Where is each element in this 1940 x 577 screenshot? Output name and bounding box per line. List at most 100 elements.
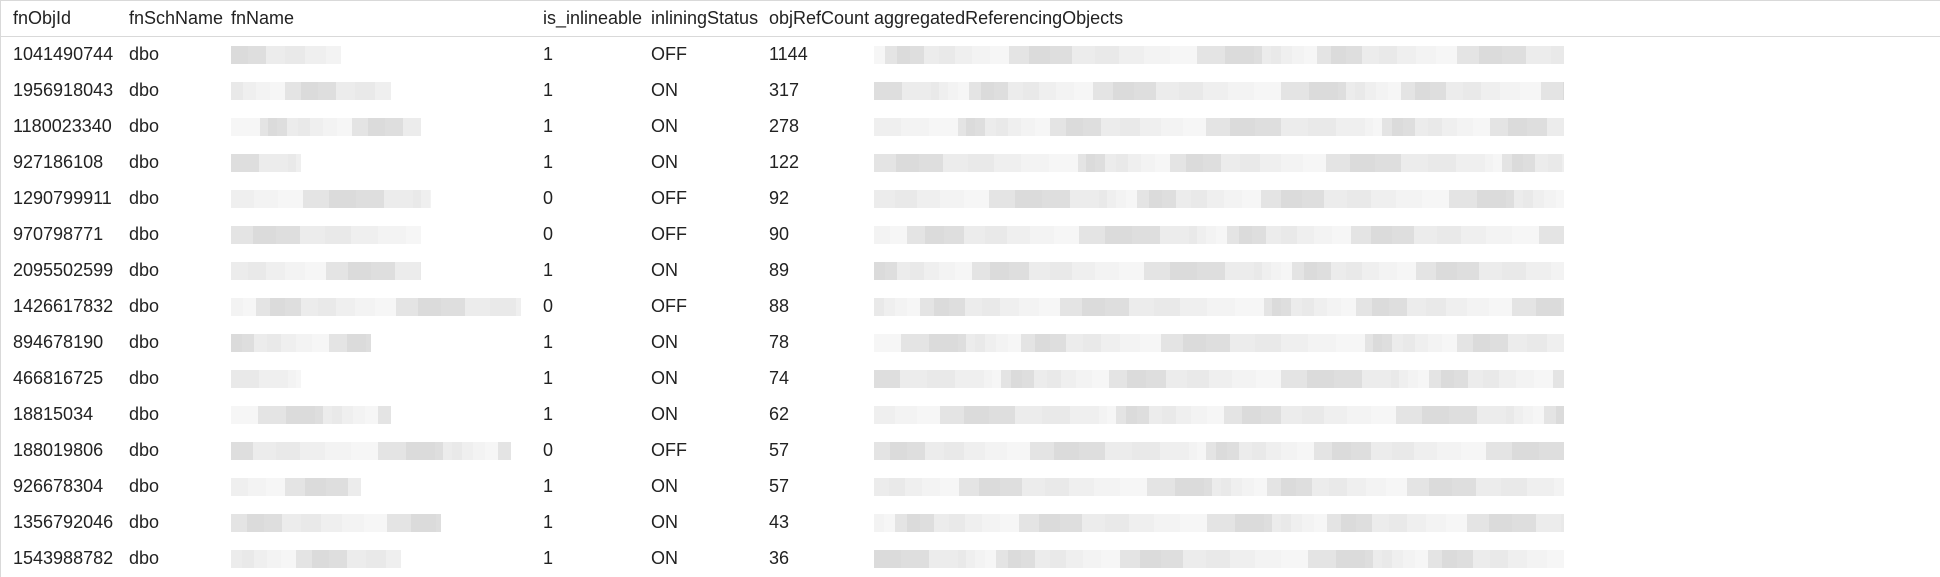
cell-inliningstatus: ON <box>651 109 769 144</box>
cell-isinlineable: 1 <box>543 253 651 288</box>
cell-objrefcount: 36 <box>769 541 874 576</box>
table-row[interactable]: 927186108dbo1ON122 <box>1 145 1940 181</box>
cell-fnschname: dbo <box>129 37 231 72</box>
redacted-content <box>874 46 1564 64</box>
column-header-fnname[interactable]: fnName <box>231 1 543 36</box>
cell-fnschname: dbo <box>129 145 231 180</box>
table-row[interactable]: 188019806dbo0OFF57 <box>1 433 1940 469</box>
cell-isinlineable: 1 <box>543 73 651 108</box>
redacted-content <box>874 190 1564 208</box>
table-row[interactable]: 1543988782dbo1ON36 <box>1 541 1940 577</box>
cell-aggregatedreferencingobjects <box>874 118 1940 136</box>
redacted-content <box>874 550 1564 568</box>
redacted-content <box>231 262 421 280</box>
cell-aggregatedreferencingobjects <box>874 370 1940 388</box>
cell-fnschname: dbo <box>129 73 231 108</box>
table-row[interactable]: 1356792046dbo1ON43 <box>1 505 1940 541</box>
table-row[interactable]: 1956918043dbo1ON317 <box>1 73 1940 109</box>
cell-inliningstatus: ON <box>651 253 769 288</box>
cell-fnschname: dbo <box>129 325 231 360</box>
column-header-fnobjid[interactable]: fnObjId <box>13 1 129 36</box>
cell-fnschname: dbo <box>129 289 231 324</box>
cell-fnobjid: 1956918043 <box>13 73 129 108</box>
table-row[interactable]: 1290799911dbo0OFF92 <box>1 181 1940 217</box>
redacted-content <box>231 118 421 136</box>
cell-fnname <box>231 514 543 532</box>
cell-objrefcount: 317 <box>769 73 874 108</box>
cell-isinlineable: 0 <box>543 217 651 252</box>
column-header-fnschname[interactable]: fnSchName <box>129 1 231 36</box>
table-row[interactable]: 894678190dbo1ON78 <box>1 325 1940 361</box>
cell-objrefcount: 89 <box>769 253 874 288</box>
table-row[interactable]: 18815034dbo1ON62 <box>1 397 1940 433</box>
table-body: 1041490744dbo1OFF11441956918043dbo1ON317… <box>1 37 1940 577</box>
column-header-objrefcount[interactable]: objRefCount <box>769 1 874 36</box>
table-row[interactable]: 926678304dbo1ON57 <box>1 469 1940 505</box>
redacted-content <box>231 334 371 352</box>
cell-fnname <box>231 334 543 352</box>
redacted-content <box>874 406 1564 424</box>
table-row[interactable]: 1426617832dbo0OFF88 <box>1 289 1940 325</box>
table-row[interactable]: 1041490744dbo1OFF1144 <box>1 37 1940 73</box>
cell-fnobjid: 1543988782 <box>13 541 129 576</box>
cell-objrefcount: 74 <box>769 361 874 396</box>
redacted-content <box>231 550 401 568</box>
redacted-content <box>874 226 1564 244</box>
redacted-content <box>231 190 431 208</box>
cell-aggregatedreferencingobjects <box>874 190 1940 208</box>
cell-fnobjid: 1290799911 <box>13 181 129 216</box>
cell-objrefcount: 43 <box>769 505 874 540</box>
cell-aggregatedreferencingobjects <box>874 298 1940 316</box>
table-row[interactable]: 2095502599dbo 1ON89 <box>1 253 1940 289</box>
redacted-content <box>874 334 1564 352</box>
column-header-aggregatedreferencingobjects[interactable]: aggregatedReferencingObjects <box>874 1 1940 36</box>
redacted-content <box>231 298 521 316</box>
cell-inliningstatus: ON <box>651 361 769 396</box>
cell-fnschname: dbo <box>129 109 231 144</box>
redacted-content <box>874 514 1564 532</box>
cell-inliningstatus: ON <box>651 505 769 540</box>
cell-fnobjid: 894678190 <box>13 325 129 360</box>
cell-isinlineable: 0 <box>543 433 651 468</box>
redacted-content <box>231 514 441 532</box>
cell-fnobjid: 927186108 <box>13 145 129 180</box>
cell-fnname <box>231 154 543 172</box>
redacted-content <box>231 154 301 172</box>
column-header-isinlineable[interactable]: is_inlineable <box>543 1 651 36</box>
redacted-content <box>874 298 1564 316</box>
cell-objrefcount: 78 <box>769 325 874 360</box>
cell-fnobjid: 18815034 <box>13 397 129 432</box>
cell-objrefcount: 278 <box>769 109 874 144</box>
redacted-content <box>874 262 1564 280</box>
redacted-content <box>874 370 1564 388</box>
cell-inliningstatus: ON <box>651 325 769 360</box>
cell-fnobjid: 1180023340 <box>13 109 129 144</box>
redacted-content <box>231 442 511 460</box>
cell-objrefcount: 90 <box>769 217 874 252</box>
redacted-content <box>874 442 1564 460</box>
cell-fnname <box>231 262 543 280</box>
column-header-inliningstatus[interactable]: inliningStatus <box>651 1 769 36</box>
cell-isinlineable: 0 <box>543 181 651 216</box>
redacted-content <box>874 478 1564 496</box>
cell-fnobjid: 2095502599 <box>13 253 129 288</box>
cell-fnobjid: 1356792046 <box>13 505 129 540</box>
cell-isinlineable: 1 <box>543 469 651 504</box>
cell-aggregatedreferencingobjects <box>874 334 1940 352</box>
table-row[interactable]: 466816725dbo1ON74 <box>1 361 1940 397</box>
cell-aggregatedreferencingobjects <box>874 226 1940 244</box>
cell-objrefcount: 92 <box>769 181 874 216</box>
redacted-content <box>874 82 1564 100</box>
cell-aggregatedreferencingobjects <box>874 514 1940 532</box>
cell-objrefcount: 62 <box>769 397 874 432</box>
table-row[interactable]: 970798771dbo0OFF90 <box>1 217 1940 253</box>
cell-inliningstatus: OFF <box>651 217 769 252</box>
table-row[interactable]: 1180023340dbo1ON278 <box>1 109 1940 145</box>
cell-objrefcount: 57 <box>769 469 874 504</box>
cell-aggregatedreferencingobjects <box>874 550 1940 568</box>
cell-fnobjid: 1041490744 <box>13 37 129 72</box>
cell-inliningstatus: ON <box>651 145 769 180</box>
cell-inliningstatus: ON <box>651 397 769 432</box>
cell-fnname <box>231 190 543 208</box>
cell-fnschname: dbo <box>129 253 231 288</box>
